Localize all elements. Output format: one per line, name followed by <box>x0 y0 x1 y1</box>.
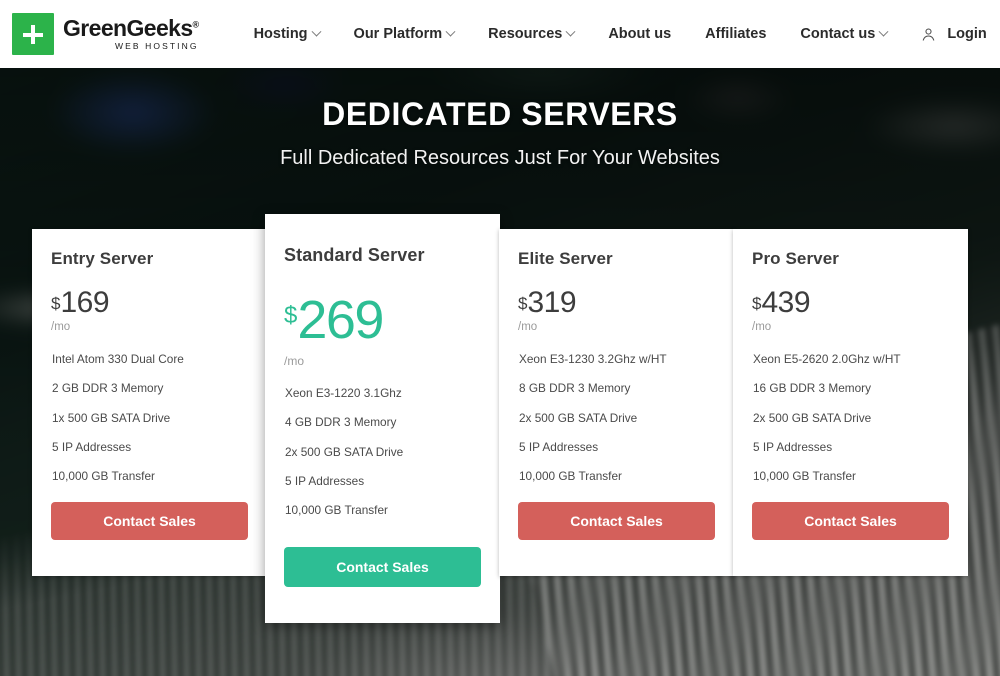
registered-trademark-icon: ® <box>192 19 200 30</box>
pricing-card-pro-server: Pro Server $ 439 /mo Xeon E5-2620 2.0Ghz… <box>733 229 968 576</box>
plan-feature: 8 GB DDR 3 Memory <box>519 381 631 396</box>
plan-feature: Xeon E3-1230 3.2Ghz w/HT <box>519 352 667 366</box>
greengeeks-plus-logo-icon <box>12 13 54 55</box>
chevron-down-icon <box>565 26 576 37</box>
nav-item-affiliates[interactable]: Affiliates <box>688 26 783 42</box>
currency-symbol: $ <box>518 294 528 313</box>
plan-price-block: $ 439 /mo <box>752 286 949 334</box>
plan-feature: 2x 500 GB SATA Drive <box>753 410 872 425</box>
plan-feature: 5 IP Addresses <box>519 439 599 454</box>
price-period: /mo <box>752 321 772 333</box>
plan-name: Pro Server <box>752 249 839 268</box>
plan-feature: Xeon E5-2620 2.0Ghz w/HT <box>753 352 901 366</box>
logo-tagline: WEB HOSTING <box>115 41 199 52</box>
nav-item-resources-label: Resources <box>488 26 563 42</box>
plan-feature: 10,000 GB Transfer <box>519 469 622 484</box>
currency-symbol: $ <box>284 302 298 329</box>
user-icon <box>923 27 935 41</box>
contact-sales-button[interactable]: Contact Sales <box>752 502 949 540</box>
logo-name-text: GreenGeeks <box>63 15 193 42</box>
price-period: /mo <box>284 354 305 368</box>
plan-feature: 16 GB DDR 3 Memory <box>753 381 871 396</box>
price-amount: 169 <box>60 286 110 319</box>
nav-item-contact-us[interactable]: Contact us <box>783 26 904 42</box>
currency-symbol: $ <box>51 294 61 313</box>
plan-feature: 10,000 GB Transfer <box>285 503 388 518</box>
nav-item-about-us-label: About us <box>608 26 672 42</box>
nav-item-affiliates-label: Affiliates <box>705 26 767 42</box>
nav-item-our-platform-label: Our Platform <box>353 26 443 42</box>
price-amount: 439 <box>761 286 811 319</box>
plan-features-list: Xeon E5-2620 2.0Ghz w/HT 16 GB DDR 3 Mem… <box>752 352 949 484</box>
plan-feature: 10,000 GB Transfer <box>753 469 856 484</box>
plan-feature: 10,000 GB Transfer <box>52 469 155 484</box>
top-navigation-bar: GreenGeeks® WEB HOSTING Hosting Our Plat… <box>0 0 1000 68</box>
plan-name: Entry Server <box>51 249 154 268</box>
plan-price-block: $ 319 /mo <box>518 286 715 334</box>
plan-feature: 2x 500 GB SATA Drive <box>285 444 404 459</box>
nav-item-hosting[interactable]: Hosting <box>237 26 337 42</box>
nav-item-resources[interactable]: Resources <box>471 26 591 42</box>
price-amount: 319 <box>527 286 577 319</box>
nav-item-contact-us-label: Contact us <box>800 26 876 42</box>
nav-item-login[interactable]: Login <box>904 26 1000 42</box>
price-amount: 269 <box>297 290 384 350</box>
plan-feature: Xeon E3-1220 3.1Ghz <box>285 386 402 400</box>
plan-price-block: $ 169 /mo <box>51 286 248 334</box>
plan-feature: Intel Atom 330 Dual Core <box>52 352 184 366</box>
price-period: /mo <box>518 321 538 333</box>
plan-feature: 1x 500 GB SATA Drive <box>52 410 171 425</box>
chevron-down-icon <box>445 26 456 37</box>
plan-features-list: Xeon E3-1220 3.1Ghz 4 GB DDR 3 Memory 2x… <box>284 386 481 518</box>
nav-item-our-platform[interactable]: Our Platform <box>337 26 472 42</box>
plan-feature: 5 IP Addresses <box>753 439 833 454</box>
logo-name: GreenGeeks® <box>63 17 199 40</box>
price-period: /mo <box>51 321 71 333</box>
pricing-card-entry-server: Entry Server $ 169 /mo Intel Atom 330 Du… <box>32 229 267 576</box>
contact-sales-button[interactable]: Contact Sales <box>518 502 715 540</box>
plan-features-list: Xeon E3-1230 3.2Ghz w/HT 8 GB DDR 3 Memo… <box>518 352 715 484</box>
pricing-card-elite-server: Elite Server $ 319 /mo Xeon E3-1230 3.2G… <box>499 229 734 576</box>
contact-sales-button[interactable]: Contact Sales <box>51 502 248 540</box>
plan-feature: 2x 500 GB SATA Drive <box>519 410 638 425</box>
nav-item-login-label: Login <box>947 26 987 42</box>
plan-features-list: Intel Atom 330 Dual Core 2 GB DDR 3 Memo… <box>51 352 248 484</box>
plan-feature: 5 IP Addresses <box>285 473 365 488</box>
plan-feature: 5 IP Addresses <box>52 439 132 454</box>
chevron-down-icon <box>311 26 321 37</box>
plan-name: Elite Server <box>518 249 613 268</box>
chevron-down-icon <box>878 26 889 37</box>
secondary-nav-links: Contact us Login <box>783 26 1000 42</box>
pricing-card-standard-server: Standard Server $ 269 /mo Xeon E3-1220 3… <box>265 214 500 623</box>
nav-item-hosting-label: Hosting <box>253 26 308 42</box>
plan-price-block: $ 269 /mo <box>284 293 481 368</box>
pricing-cards-section: Entry Server $ 169 /mo Intel Atom 330 Du… <box>0 0 1000 676</box>
nav-item-about-us[interactable]: About us <box>591 26 688 42</box>
plan-name: Standard Server <box>284 245 425 265</box>
contact-sales-button[interactable]: Contact Sales <box>284 547 481 587</box>
primary-nav-links: Hosting Our Platform Resources About us … <box>237 26 784 42</box>
logo-wordmark: GreenGeeks® WEB HOSTING <box>63 17 199 51</box>
plan-feature: 2 GB DDR 3 Memory <box>52 381 164 396</box>
currency-symbol: $ <box>752 294 762 313</box>
plan-feature: 4 GB DDR 3 Memory <box>285 415 397 430</box>
site-logo[interactable]: GreenGeeks® WEB HOSTING <box>12 13 199 55</box>
